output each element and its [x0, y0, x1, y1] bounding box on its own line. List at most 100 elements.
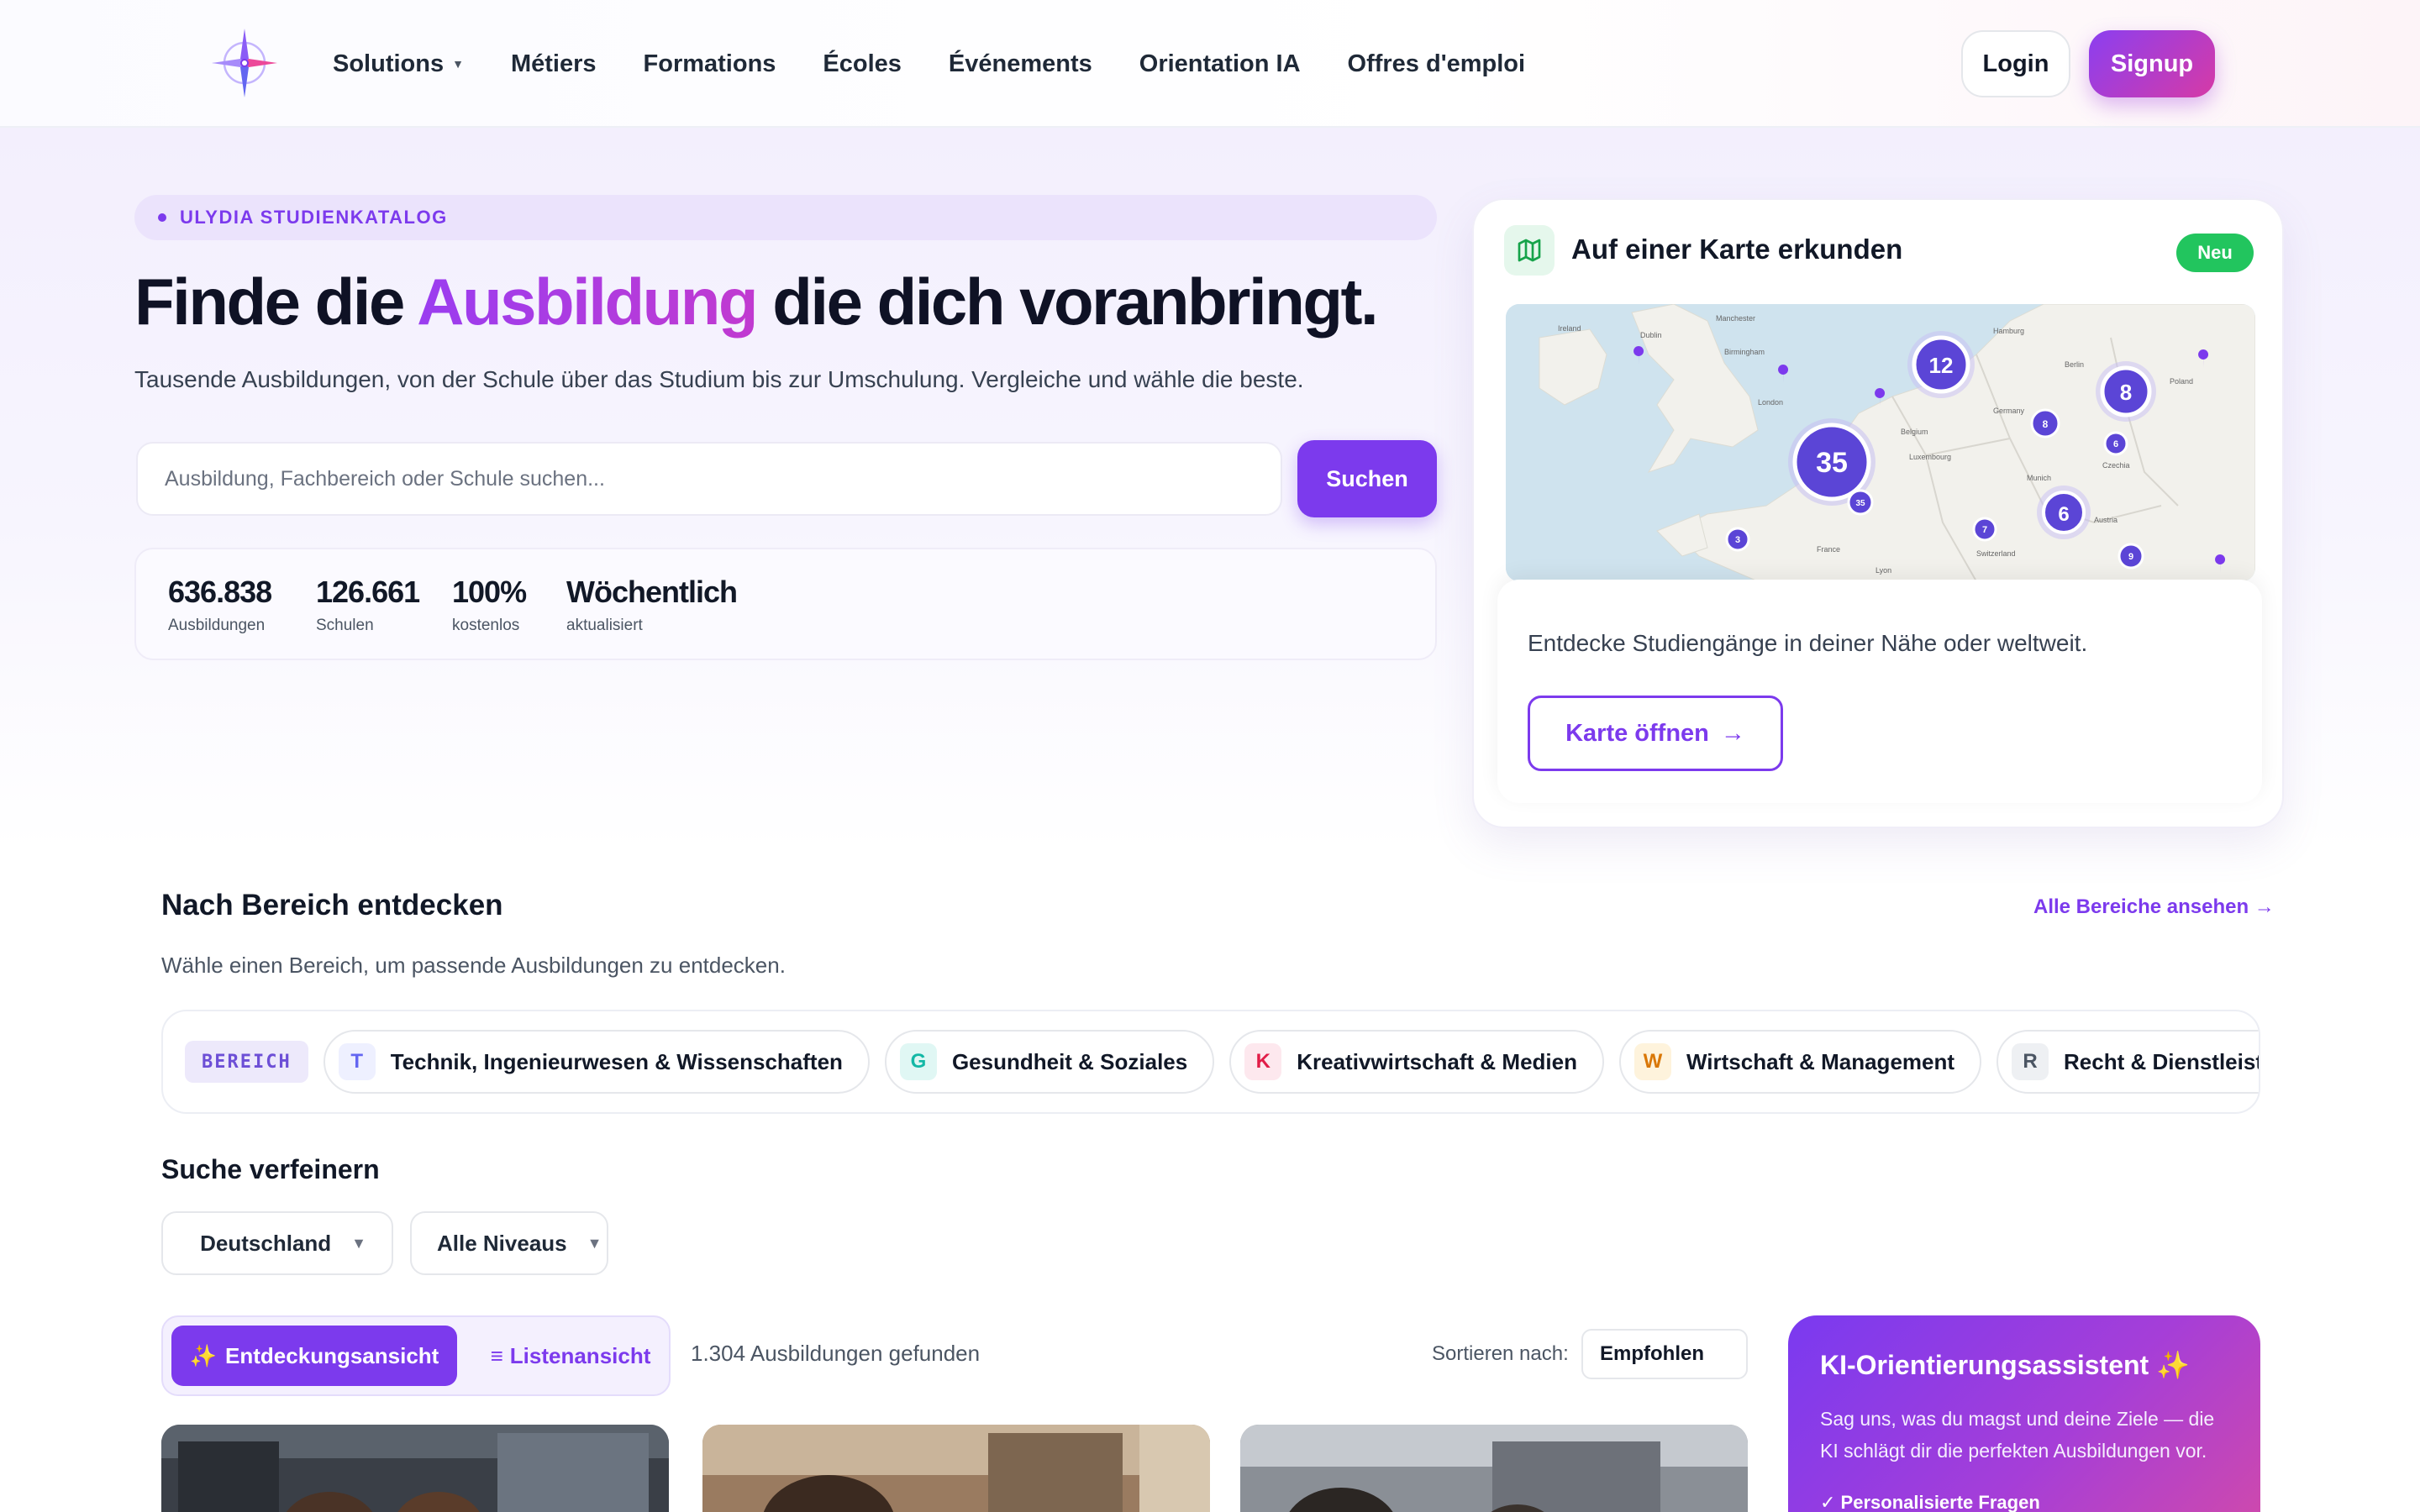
chip-letter-icon: R — [2012, 1043, 2049, 1080]
discovery-view-label: Entdeckungsansicht — [225, 1342, 439, 1368]
ai-title-text: KI-Orientierungsassistent — [1820, 1350, 2149, 1380]
nav-offres-emploi[interactable]: Offres d'emploi — [1348, 50, 1526, 78]
list-view-label: Listenansicht — [509, 1342, 651, 1368]
open-map-label: Karte öffnen — [1565, 719, 1709, 747]
map-preview[interactable]: Ireland Dublin Manchester Birmingham Lon… — [1506, 304, 2255, 581]
stat-value: Wöchentlich — [566, 575, 738, 609]
chevron-down-icon: ▼ — [452, 57, 464, 71]
result-card[interactable] — [702, 1425, 1210, 1512]
map-cluster-35[interactable]: 35 — [1816, 447, 1848, 479]
map-label: Ireland — [1558, 324, 1581, 333]
map-cluster-small[interactable]: 3 — [1735, 535, 1740, 545]
chip-letter-icon: W — [1634, 1043, 1671, 1080]
chip-letter-icon: G — [899, 1043, 937, 1080]
search-button[interactable]: Suchen — [1297, 440, 1437, 517]
nav-evenements[interactable]: Événements — [949, 50, 1092, 78]
result-card-image — [161, 1425, 669, 1512]
top-navbar: Solutions ▼ Métiers Formations Écoles Év… — [0, 0, 2420, 128]
hero-title: Finde die Ausbildung die dich voranbring… — [134, 264, 1379, 340]
eyebrow-text: ULYDIA STUDIENKATALOG — [180, 207, 448, 228]
map-cluster-6[interactable]: 6 — [2058, 503, 2069, 526]
chevron-down-icon: ▼ — [351, 1234, 366, 1252]
stat-label: Schulen — [316, 617, 374, 634]
chip-gesundheit[interactable]: G Gesundheit & Soziales — [884, 1030, 1215, 1094]
map-label: Czechia — [2102, 461, 2130, 470]
list-icon: ≡ — [490, 1342, 503, 1368]
nav-label: Écoles — [823, 50, 902, 77]
stat-ausbildungen: 636.838 Ausbildungen — [168, 575, 272, 635]
map-cluster-small[interactable]: 6 — [2113, 439, 2118, 449]
map-label: Lyon — [1876, 566, 1891, 575]
level-select[interactable]: Alle Niveaus ▼ — [410, 1211, 608, 1275]
result-card[interactable] — [1240, 1425, 1748, 1512]
hero-title-start: Finde die — [134, 265, 418, 339]
sparkles-icon: ✨ — [189, 1342, 218, 1368]
map-label: Dublin — [1640, 331, 1662, 339]
list-view-tab[interactable]: ≡ Listenansicht — [482, 1326, 659, 1386]
nav-label: Solutions — [333, 50, 445, 77]
map-cluster-small[interactable]: 7 — [1982, 525, 1987, 535]
ai-feature-item: ✓ Personalisierte Fragen — [1820, 1492, 2040, 1512]
chip-label: Technik, Ingenieurwesen & Wissenschaften — [390, 1048, 843, 1074]
map-label: Berlin — [2065, 360, 2084, 369]
result-card-image — [702, 1425, 1210, 1512]
stat-kostenlos: 100% kostenlos — [452, 575, 527, 635]
login-button[interactable]: Login — [1961, 30, 2070, 97]
chip-kreativwirtschaft[interactable]: K Kreativwirtschaft & Medien — [1229, 1030, 1604, 1094]
hero-title-accent: Ausbildung — [417, 265, 758, 339]
chip-label: Gesundheit & Soziales — [951, 1048, 1188, 1074]
chip-letter-icon: K — [1244, 1043, 1282, 1080]
discover-subtitle: Wähle einen Bereich, um passende Ausbild… — [161, 953, 786, 978]
chip-wirtschaft[interactable]: W Wirtschaft & Management — [1618, 1030, 1982, 1094]
signup-button[interactable]: Signup — [2089, 30, 2215, 97]
nav-orientation-ia[interactable]: Orientation IA — [1139, 50, 1301, 78]
nav-label: Métiers — [510, 50, 597, 77]
all-areas-link[interactable]: Alle Bereiche ansehen → — [2033, 895, 2275, 919]
map-icon — [1504, 225, 1555, 276]
map-label: Switzerland — [1976, 549, 2016, 558]
map-cluster-small[interactable]: 9 — [2128, 552, 2133, 562]
chevron-down-icon: ▼ — [587, 1234, 602, 1252]
view-toggle: ✨ Entdeckungsansicht ≡ Listenansicht — [161, 1315, 671, 1396]
sort-select[interactable]: Empfohlen — [1581, 1329, 1748, 1379]
nav-formations[interactable]: Formations — [644, 50, 776, 78]
map-label: France — [1817, 545, 1840, 554]
nav-ecoles[interactable]: Écoles — [823, 50, 902, 78]
open-map-button[interactable]: Karte öffnen → — [1528, 696, 1783, 771]
map-label: Hamburg — [1993, 327, 2024, 335]
map-cluster-small[interactable]: 35 — [1855, 499, 1865, 508]
nav-solutions[interactable]: Solutions ▼ — [333, 50, 464, 78]
chip-recht[interactable]: R Recht & Dienstleistungen — [1996, 1030, 2259, 1094]
map-card-footer: Entdecke Studiengänge in deiner Nähe ode… — [1497, 580, 2262, 803]
stat-value: 126.661 — [316, 575, 420, 609]
map-label: Manchester — [1716, 314, 1755, 323]
result-card[interactable] — [161, 1425, 669, 1512]
stat-value: 100% — [452, 575, 527, 609]
compass-logo-icon[interactable] — [208, 25, 281, 101]
ai-assistant-card[interactable]: KI-Orientierungsassistent ✨ Sag uns, was… — [1788, 1315, 2260, 1512]
sort-label: Sortieren nach: — [1432, 1342, 1569, 1365]
eyebrow-badge: ULYDIA STUDIENKATALOG — [134, 195, 1437, 240]
ai-assistant-text: Sag uns, was du magst und deine Ziele — … — [1820, 1408, 2215, 1462]
hero-subtitle: Tausende Ausbildungen, von der Schule üb… — [134, 366, 1304, 392]
map-cluster-8[interactable]: 8 — [2120, 380, 2132, 405]
search-input[interactable] — [136, 442, 1282, 516]
nav-label: Événements — [948, 50, 1092, 77]
new-badge: Neu — [2176, 234, 2254, 272]
area-chip-row: BEREICH T Technik, Ingenieurwesen & Wiss… — [161, 1010, 2260, 1114]
main-nav: Solutions ▼ Métiers Formations Écoles Év… — [333, 0, 1572, 128]
nav-metiers[interactable]: Métiers — [511, 50, 597, 78]
stats-panel: 636.838 Ausbildungen 126.661 Schulen 100… — [134, 548, 1437, 660]
map-cluster-small[interactable]: 8 — [2043, 418, 2049, 430]
map-label: Birmingham — [1724, 348, 1765, 356]
level-value: Alle Niveaus — [437, 1230, 567, 1256]
nav-label: Formations — [643, 50, 776, 77]
bullet-dot-icon — [158, 213, 166, 222]
map-label: Luxembourg — [1909, 453, 1951, 461]
country-select[interactable]: Deutschland ▼ — [161, 1211, 393, 1275]
map-label: London — [1758, 398, 1783, 407]
chip-technik[interactable]: T Technik, Ingenieurwesen & Wissenschaft… — [323, 1030, 870, 1094]
map-cluster-12[interactable]: 12 — [1929, 353, 1954, 378]
discovery-view-tab[interactable]: ✨ Entdeckungsansicht — [171, 1326, 457, 1386]
nav-label: Offres d'emploi — [1347, 50, 1526, 77]
